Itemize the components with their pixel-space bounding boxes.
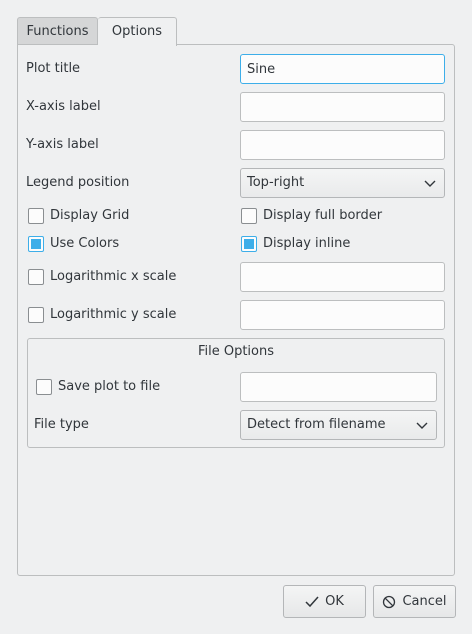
log-y-scale-input[interactable] [240, 300, 445, 330]
tab-options[interactable]: Options [98, 17, 177, 46]
log-y-scale-checkbox[interactable] [28, 307, 44, 323]
chevron-down-icon [416, 422, 428, 429]
use-colors-label: Use Colors [50, 236, 120, 251]
save-plot-filename-input[interactable] [240, 372, 437, 402]
x-axis-label-label: X-axis label [26, 99, 101, 114]
plot-title-label: Plot title [26, 61, 81, 76]
display-grid-label: Display Grid [50, 208, 130, 223]
file-type-value: Detect from filename [247, 417, 386, 432]
cancel-button-label: Cancel [402, 594, 447, 609]
plot-title-input[interactable] [240, 54, 445, 84]
log-y-scale-label: Logarithmic y scale [50, 307, 177, 322]
save-plot-checkbox[interactable] [36, 379, 52, 395]
use-colors-checkbox[interactable] [28, 236, 44, 252]
legend-position-select[interactable]: Top-right [240, 168, 445, 198]
display-inline-label: Display inline [263, 236, 351, 251]
file-type-label: File type [34, 417, 89, 432]
check-icon [305, 596, 319, 607]
legend-position-value: Top-right [247, 175, 305, 190]
chevron-down-icon [424, 180, 436, 187]
display-full-border-checkbox[interactable] [241, 208, 257, 224]
y-axis-label-label: Y-axis label [26, 137, 99, 152]
file-options-title: File Options [197, 344, 275, 359]
legend-position-label: Legend position [26, 175, 130, 190]
display-full-border-label: Display full border [263, 208, 383, 223]
save-plot-label: Save plot to file [58, 379, 161, 394]
cancel-button[interactable]: Cancel [373, 585, 456, 618]
tab-bar: Functions Options [17, 17, 177, 46]
ok-button[interactable]: OK [283, 585, 366, 618]
tab-functions[interactable]: Functions [17, 17, 98, 45]
file-type-select[interactable]: Detect from filename [240, 410, 437, 440]
x-axis-label-input[interactable] [240, 92, 445, 122]
log-x-scale-checkbox[interactable] [28, 269, 44, 285]
display-grid-checkbox[interactable] [28, 208, 44, 224]
cancel-icon [383, 595, 396, 608]
display-inline-checkbox[interactable] [241, 236, 257, 252]
log-x-scale-label: Logarithmic x scale [50, 269, 177, 284]
log-x-scale-input[interactable] [240, 262, 445, 292]
ok-button-label: OK [325, 594, 344, 609]
y-axis-label-input[interactable] [240, 130, 445, 160]
